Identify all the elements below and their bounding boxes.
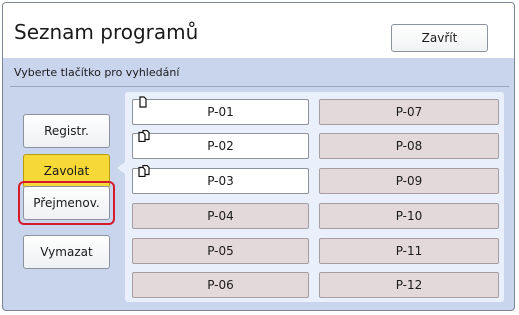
pointer-arrow	[117, 162, 125, 174]
instruction-text: Vyberte tlačítko pro vyhledání	[14, 66, 180, 79]
page-title: Seznam programů	[14, 20, 199, 44]
program-label: P-03	[207, 174, 234, 188]
program-grid: P-01 P-02 P-03 P-04 P-05 P-06 P-07 P-08 …	[125, 92, 504, 302]
program-slot-p07[interactable]: P-07	[319, 99, 499, 125]
register-button[interactable]: Registr.	[23, 114, 110, 148]
program-slot-p01[interactable]: P-01	[132, 96, 309, 125]
program-list-panel: Seznam programů Zavřít Vyberte tlačítko …	[2, 2, 515, 311]
program-label: P-01	[207, 105, 234, 119]
program-slot-p11[interactable]: P-11	[319, 238, 499, 264]
program-label: P-02	[207, 139, 234, 153]
program-slot-p05[interactable]: P-05	[132, 238, 309, 264]
selection-highlight	[18, 181, 115, 225]
program-slot-p09[interactable]: P-09	[319, 168, 499, 194]
program-slot-p04[interactable]: P-04	[132, 203, 309, 229]
multi-page-icon	[138, 130, 150, 142]
program-slot-p08[interactable]: P-08	[319, 133, 499, 159]
program-slot-p10[interactable]: P-10	[319, 203, 499, 229]
program-slot-p03[interactable]: P-03	[132, 165, 309, 194]
program-slot-p12[interactable]: P-12	[319, 272, 499, 298]
delete-button[interactable]: Vymazat	[23, 235, 110, 269]
divider	[10, 86, 509, 87]
close-button[interactable]: Zavřít	[391, 24, 488, 52]
title-bar: Seznam programů Zavřít	[3, 3, 514, 58]
multi-page-icon	[138, 165, 150, 177]
program-slot-p06[interactable]: P-06	[132, 272, 309, 298]
program-slot-p02[interactable]: P-02	[132, 130, 309, 159]
single-page-icon	[139, 96, 147, 108]
